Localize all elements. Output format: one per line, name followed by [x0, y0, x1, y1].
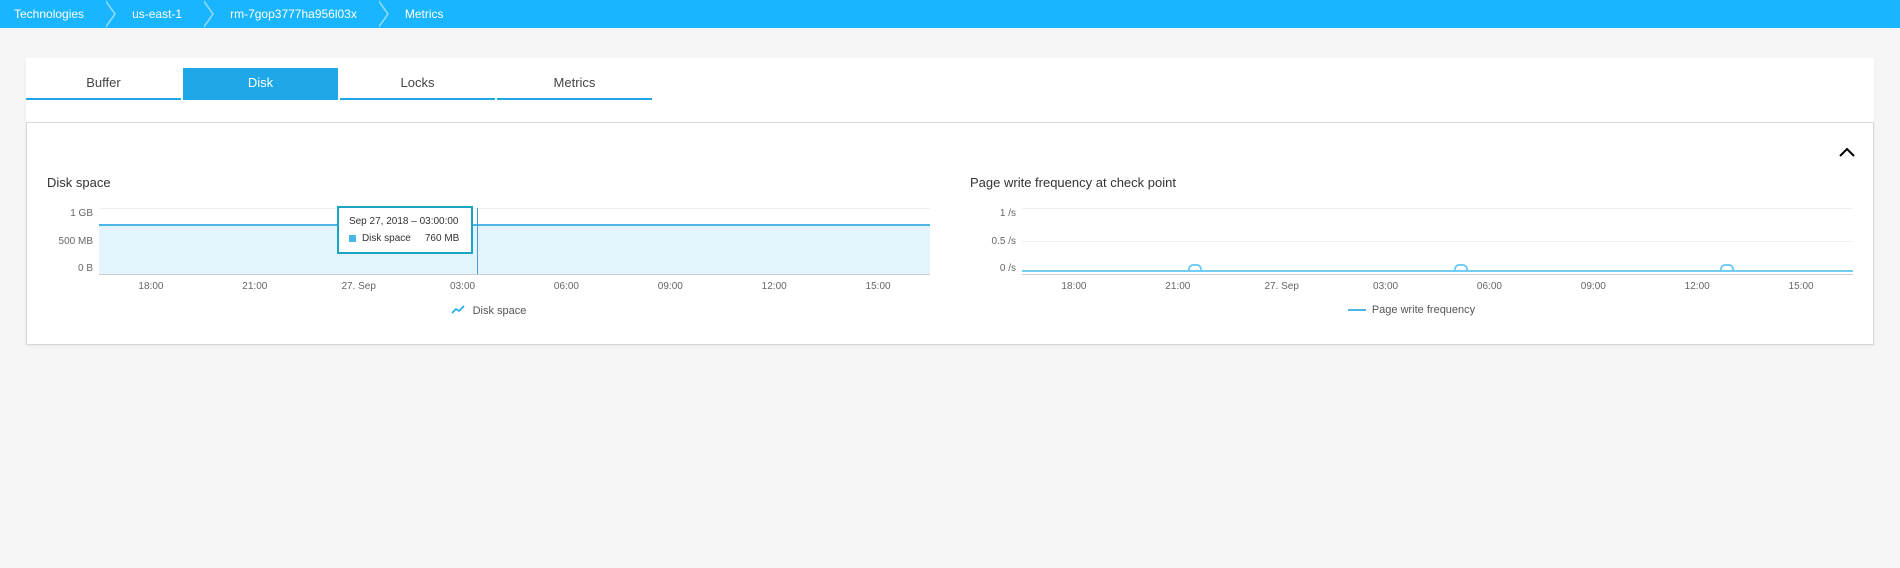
- hover-line: [477, 208, 478, 274]
- y-tick: 0 B: [47, 263, 93, 274]
- chart-title: Disk space: [47, 175, 930, 190]
- legend: Page write frequency: [970, 304, 1853, 316]
- tooltip-timestamp: Sep 27, 2018 – 03:00:00: [349, 216, 461, 227]
- tab-disk[interactable]: Disk: [183, 68, 338, 100]
- disk-card: Disk space 1 GB 500 MB 0 B: [26, 122, 1874, 345]
- area-series-disk-space: [99, 224, 930, 274]
- y-tick: 0.5 /s: [970, 236, 1016, 247]
- metrics-panel: Buffer Disk Locks Metrics Disk space 1 G…: [26, 58, 1874, 345]
- x-tick: 18:00: [1022, 281, 1126, 292]
- tooltip-series-value: 760 MB: [425, 233, 459, 244]
- y-axis: 1 GB 500 MB 0 B: [47, 208, 99, 274]
- x-tick: 27. Sep: [307, 281, 411, 292]
- tab-bar: Buffer Disk Locks Metrics: [26, 58, 1874, 100]
- breadcrumb-item-instance[interactable]: rm-7gop3777ha956l03x: [202, 0, 377, 28]
- data-spike: [1720, 264, 1734, 272]
- data-spike: [1454, 264, 1468, 272]
- tab-buffer[interactable]: Buffer: [26, 68, 181, 100]
- line-swatch-icon: [1348, 309, 1366, 311]
- data-spike: [1188, 264, 1202, 272]
- y-axis: 1 /s 0.5 /s 0 /s: [970, 208, 1022, 274]
- x-tick: 03:00: [1334, 281, 1438, 292]
- x-tick: 12:00: [722, 281, 826, 292]
- tab-locks[interactable]: Locks: [340, 68, 495, 100]
- x-tick: 06:00: [515, 281, 619, 292]
- plot-area[interactable]: [1022, 208, 1853, 275]
- x-tick: 27. Sep: [1230, 281, 1334, 292]
- y-tick: 1 /s: [970, 208, 1016, 219]
- chart-title: Page write frequency at check point: [970, 175, 1853, 190]
- tab-metrics[interactable]: Metrics: [497, 68, 652, 100]
- x-tick: 09:00: [1541, 281, 1645, 292]
- breadcrumb: Technologies us-east-1 rm-7gop3777ha956l…: [0, 0, 1900, 28]
- tab-label: Metrics: [554, 75, 596, 90]
- tab-label: Locks: [401, 75, 435, 90]
- tooltip: Sep 27, 2018 – 03:00:00 Disk space 760 M…: [337, 206, 473, 254]
- breadcrumb-label: rm-7gop3777ha956l03x: [230, 7, 357, 21]
- chart-page-write-frequency: Page write frequency at check point 1 /s…: [970, 175, 1853, 318]
- breadcrumb-label: us-east-1: [132, 7, 182, 21]
- tab-label: Buffer: [86, 75, 120, 90]
- x-tick: 18:00: [99, 281, 203, 292]
- legend-label: Page write frequency: [1372, 304, 1475, 316]
- plot-area[interactable]: Sep 27, 2018 – 03:00:00 Disk space 760 M…: [99, 208, 930, 275]
- series-swatch-icon: [349, 235, 356, 242]
- x-tick: 12:00: [1645, 281, 1749, 292]
- x-tick: 06:00: [1438, 281, 1542, 292]
- breadcrumb-label: Technologies: [14, 7, 84, 21]
- line-chart-icon: [451, 304, 465, 318]
- breadcrumb-item-metrics[interactable]: Metrics: [377, 0, 464, 28]
- x-axis: 18:00 21:00 27. Sep 03:00 06:00 09:00 12…: [1022, 281, 1853, 292]
- breadcrumb-item-technologies[interactable]: Technologies: [0, 0, 104, 28]
- breadcrumb-item-region[interactable]: us-east-1: [104, 0, 202, 28]
- tooltip-series-name: Disk space: [362, 233, 411, 244]
- x-tick: 15:00: [826, 281, 930, 292]
- y-tick: 0 /s: [970, 263, 1016, 274]
- collapse-toggle[interactable]: [1839, 141, 1855, 162]
- legend: Disk space: [47, 304, 930, 318]
- x-tick: 21:00: [203, 281, 307, 292]
- x-tick: 03:00: [411, 281, 515, 292]
- y-tick: 500 MB: [47, 236, 93, 247]
- legend-label: Disk space: [473, 305, 527, 317]
- tab-label: Disk: [248, 75, 273, 90]
- x-tick: 09:00: [618, 281, 722, 292]
- chart-disk-space: Disk space 1 GB 500 MB 0 B: [47, 175, 930, 318]
- x-tick: 21:00: [1126, 281, 1230, 292]
- x-axis: 18:00 21:00 27. Sep 03:00 06:00 09:00 12…: [99, 281, 930, 292]
- y-tick: 1 GB: [47, 208, 93, 219]
- chevron-up-icon: [1839, 141, 1855, 161]
- breadcrumb-label: Metrics: [405, 7, 444, 21]
- x-tick: 15:00: [1749, 281, 1853, 292]
